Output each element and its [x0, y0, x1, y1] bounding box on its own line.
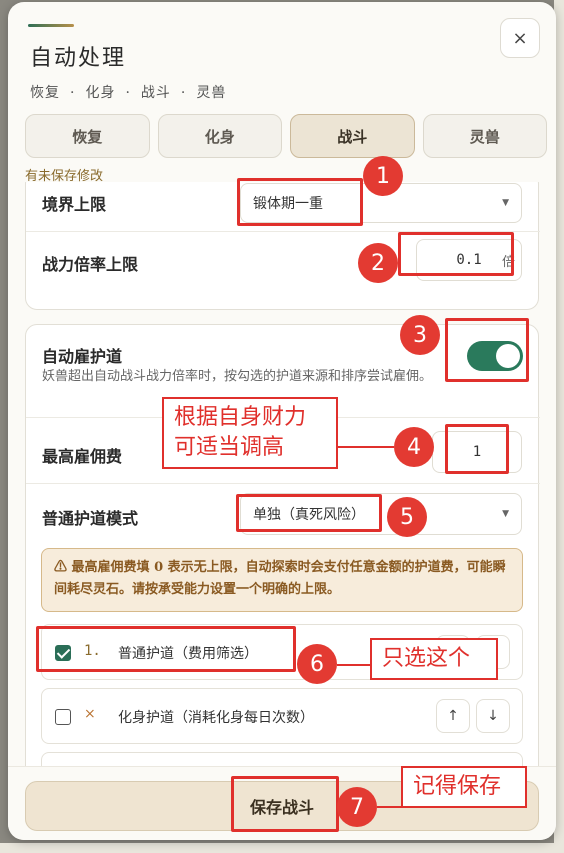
breadcrumb-item: 战斗	[140, 85, 171, 101]
escort-mode-label: 普通护道模式	[42, 509, 139, 528]
close-button[interactable]: ×	[500, 18, 540, 58]
background-bottom	[0, 843, 564, 853]
chevron-down-icon: ▼	[502, 198, 509, 208]
annotation-marker: 3	[400, 315, 440, 355]
annotation-marker: 4	[394, 427, 434, 467]
chevron-down-icon: ▼	[502, 509, 509, 519]
annotation-box	[36, 626, 296, 672]
max-fee-label: 最高雇佣费	[42, 447, 123, 466]
annotation-marker: 7	[337, 787, 377, 827]
power-ratio-label: 战力倍率上限	[42, 255, 139, 274]
annotation-note: 只选这个	[370, 638, 498, 680]
annotation-box	[445, 318, 529, 382]
tab-pet[interactable]: 灵兽	[422, 114, 547, 158]
escort-option-avatar[interactable]: × 化身护道（消耗化身每日次数） ↑ ↓	[41, 688, 523, 744]
arrow-down-icon: ↓	[487, 708, 499, 724]
arrow-up-icon: ↑	[447, 708, 459, 724]
annotation-note: 记得保存	[401, 766, 527, 808]
annotation-marker: 1	[363, 156, 403, 196]
warning-icon: ⚠	[54, 560, 68, 575]
breadcrumb-item: 化身	[85, 85, 116, 101]
option-disabled-icon: ×	[84, 706, 96, 722]
annotation-box	[231, 776, 339, 832]
annotation-marker: 6	[297, 644, 337, 684]
dialog-title: 自动处理	[30, 46, 127, 71]
escort-option-partial	[41, 752, 523, 766]
escort-title: 自动雇护道	[42, 347, 123, 366]
annotation-box	[398, 232, 514, 276]
annotation-note: 根据自身财力可适当调高	[162, 397, 338, 469]
option-checkbox[interactable]	[55, 709, 71, 725]
warning-text: 最高雇佣费填 0 表示无上限，自动探索时会支付任意金额的护道费，可能瞬间耗尽灵石…	[54, 560, 506, 597]
tab-avatar[interactable]: 化身	[157, 114, 282, 158]
breadcrumb: 恢复 · 化身 · 战斗 · 灵兽	[30, 85, 227, 101]
annotation-marker: 2	[358, 243, 398, 283]
realm-limit-label: 境界上限	[42, 195, 107, 214]
move-down-button[interactable]: ↓	[476, 699, 510, 733]
tab-bar: 恢复 化身 战斗 灵兽	[25, 114, 547, 158]
tab-battle[interactable]: 战斗	[290, 114, 415, 158]
close-icon: ×	[512, 27, 528, 49]
breadcrumb-item: 恢复	[30, 85, 60, 101]
annotation-box	[236, 494, 382, 532]
move-up-button[interactable]: ↑	[436, 699, 470, 733]
option-label: 化身护道（消耗化身每日次数）	[118, 710, 314, 726]
tab-recover[interactable]: 恢复	[25, 114, 150, 158]
annotation-box	[445, 424, 509, 474]
breadcrumb-item: 灵兽	[196, 85, 227, 101]
title-accent-bar	[28, 24, 74, 27]
fee-warning: ⚠ 最高雇佣费填 0 表示无上限，自动探索时会支付任意金额的护道费，可能瞬间耗尽…	[41, 548, 523, 612]
annotation-marker: 5	[387, 497, 427, 537]
escort-description: 妖兽超出自动战斗战力倍率时，按勾选的护道来源和排序尝试雇佣。	[42, 369, 433, 384]
annotation-box	[237, 178, 363, 226]
